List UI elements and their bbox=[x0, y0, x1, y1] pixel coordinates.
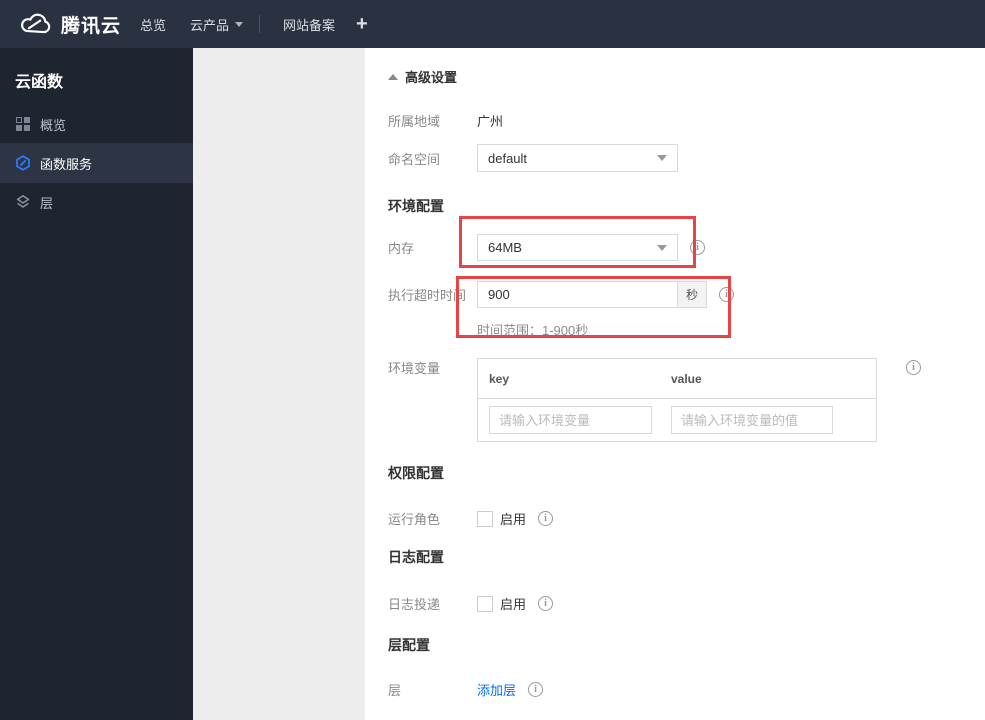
settings-form: 高级设置 所属地域 广州 命名空间 default 环境配置 内存 64MB i… bbox=[365, 48, 985, 720]
env-vars-input-row bbox=[478, 399, 876, 441]
log-enable-label: 启用 bbox=[500, 597, 527, 612]
memory-selected-value: 64MB bbox=[488, 240, 522, 255]
nav-overview-label: 总览 bbox=[140, 17, 167, 33]
nav-overview[interactable]: 总览 bbox=[140, 0, 166, 48]
env-vars-info-icon[interactable]: i bbox=[906, 360, 921, 375]
nav-products[interactable]: 云产品 bbox=[190, 0, 244, 48]
sidebar-item-label: 函数服务 bbox=[40, 156, 93, 172]
memory-row: 内存 64MB i bbox=[388, 234, 705, 261]
layer-config-heading: 层配置 bbox=[388, 637, 430, 653]
role-enable-checkbox[interactable] bbox=[477, 510, 493, 527]
region-row: 所属地域 广州 bbox=[388, 111, 503, 130]
memory-select[interactable]: 64MB bbox=[477, 234, 678, 261]
nav-products-label: 云产品 bbox=[190, 17, 230, 33]
log-enable-checkbox[interactable] bbox=[477, 595, 493, 612]
chevron-down-icon bbox=[657, 155, 667, 161]
timeout-hint: 时间范围：1-900秒 bbox=[477, 323, 589, 338]
sidebar-item-label: 层 bbox=[40, 195, 54, 211]
memory-label: 内存 bbox=[388, 241, 415, 256]
hexagon-function-icon bbox=[15, 155, 31, 171]
role-label: 运行角色 bbox=[388, 512, 441, 527]
region-value: 广州 bbox=[477, 114, 504, 129]
layer-info-icon[interactable]: i bbox=[528, 682, 544, 697]
sidebar: 云函数 概览 函数服务 层 bbox=[0, 48, 193, 720]
timeout-input-group: 秒 bbox=[477, 281, 707, 308]
role-enable-label: 启用 bbox=[500, 512, 527, 527]
grid-icon bbox=[15, 116, 31, 132]
namespace-row: 命名空间 default bbox=[388, 144, 678, 172]
plus-icon: + bbox=[356, 12, 368, 35]
layer-label: 层 bbox=[388, 683, 402, 698]
perm-config-heading: 权限配置 bbox=[388, 465, 444, 481]
layers-icon bbox=[15, 194, 31, 210]
sidebar-item-overview[interactable]: 概览 bbox=[0, 105, 193, 143]
sidebar-item-layers[interactable]: 层 bbox=[0, 183, 193, 221]
key-column-header: key bbox=[489, 371, 510, 386]
env-var-key-input[interactable] bbox=[489, 406, 652, 434]
topbar-divider bbox=[259, 15, 260, 33]
log-config-heading: 日志配置 bbox=[388, 549, 444, 565]
sidebar-title: 云函数 bbox=[15, 74, 64, 91]
nav-icp-label: 网站备案 bbox=[283, 17, 336, 33]
namespace-select[interactable]: default bbox=[477, 144, 678, 172]
role-row: 运行角色 启用 i bbox=[388, 509, 554, 528]
layer-row: 层 添加层 i bbox=[388, 680, 544, 699]
env-var-value-input[interactable] bbox=[671, 406, 833, 434]
timeout-info-icon[interactable]: i bbox=[719, 287, 734, 302]
timeout-input[interactable] bbox=[477, 281, 678, 308]
env-vars-header-row: key value bbox=[478, 359, 876, 399]
env-vars-row: 环境变量 key value bbox=[388, 358, 877, 442]
add-tab-button[interactable]: + bbox=[356, 0, 368, 48]
value-column-header: value bbox=[671, 371, 702, 386]
add-layer-link[interactable]: 添加层 bbox=[477, 680, 516, 699]
env-vars-label: 环境变量 bbox=[388, 361, 441, 376]
role-info-icon[interactable]: i bbox=[538, 511, 554, 526]
chevron-down-icon bbox=[235, 21, 244, 27]
timeout-label: 执行超时时间 bbox=[388, 288, 467, 303]
sidebar-item-label: 概览 bbox=[40, 117, 67, 133]
log-row: 日志投递 启用 i bbox=[388, 594, 554, 613]
chevron-down-icon bbox=[657, 244, 667, 251]
log-label: 日志投递 bbox=[388, 597, 441, 612]
namespace-label: 命名空间 bbox=[388, 151, 441, 167]
log-info-icon[interactable]: i bbox=[538, 596, 554, 611]
sidebar-item-function-service[interactable]: 函数服务 bbox=[0, 143, 193, 183]
brand-name: 腾讯云 bbox=[61, 15, 122, 37]
secondary-panel bbox=[193, 48, 365, 720]
app-window: 腾讯云 总览 云产品 网站备案 + 云函数 概览 函数服务 层 高级设置 所属地… bbox=[0, 0, 985, 720]
topbar: 腾讯云 总览 云产品 网站备案 + bbox=[0, 0, 985, 48]
env-config-heading: 环境配置 bbox=[388, 198, 444, 214]
advanced-settings-toggle[interactable]: 高级设置 bbox=[388, 67, 457, 86]
memory-info-icon[interactable]: i bbox=[690, 240, 705, 255]
namespace-selected-value: default bbox=[488, 150, 528, 166]
env-vars-table: key value bbox=[477, 358, 877, 442]
tencent-cloud-logo-icon bbox=[18, 12, 52, 36]
advanced-settings-label: 高级设置 bbox=[405, 70, 458, 85]
nav-icp[interactable]: 网站备案 bbox=[283, 0, 335, 48]
brand[interactable]: 腾讯云 bbox=[18, 0, 121, 48]
timeout-unit: 秒 bbox=[678, 281, 707, 308]
timeout-row: 执行超时时间 秒 i bbox=[388, 281, 734, 308]
region-label: 所属地域 bbox=[388, 114, 441, 129]
collapse-triangle-icon bbox=[388, 73, 398, 80]
